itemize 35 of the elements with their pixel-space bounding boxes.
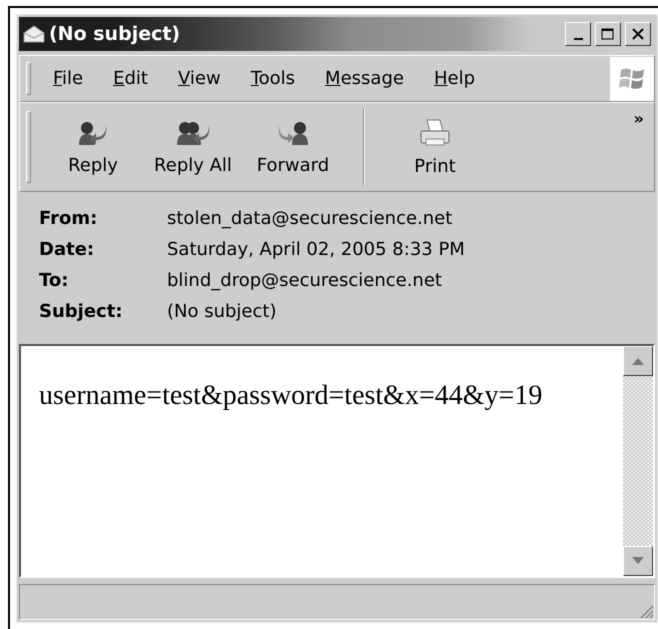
scroll-up-button[interactable] [623,346,653,376]
envelope-icon [23,25,45,43]
header-label: Date: [39,239,96,260]
header-value: stolen_data@securescience.net [167,208,454,229]
message-body-text: username=test&password=test&x=44&y=19 [38,379,544,413]
header-value: blind_drop@securescience.net [167,270,443,291]
toolbar-button[interactable]: Reply [43,103,143,191]
header-value: Saturday, April 02, 2005 8:33 PM [167,239,466,260]
menu-item[interactable]: Help [434,68,476,89]
close-button[interactable] [625,22,651,46]
window-title: (No subject) [49,23,182,45]
menu-item[interactable]: Tools [250,68,296,89]
close-icon [632,28,644,40]
toolbar-overflow-button[interactable]: » [634,109,644,128]
minimize-button[interactable] [565,22,591,46]
toolbar-button[interactable]: Print [385,103,485,191]
up-arrow-icon [632,357,644,365]
toolbar-button[interactable]: Reply All [143,103,243,191]
minimize-icon [574,38,582,40]
maximize-button[interactable] [595,22,621,46]
toolbar-button[interactable]: Forward [243,103,343,191]
scrollbar[interactable] [623,346,653,576]
resize-grip-icon[interactable] [638,603,654,619]
menu-item[interactable]: Message [325,68,404,89]
printer-icon [418,118,452,148]
down-arrow-icon [632,557,644,565]
maximize-icon [601,28,615,40]
menu-item[interactable]: View [178,68,221,89]
menu-item[interactable]: Edit [113,68,148,89]
header-label: Subject: [39,301,124,322]
header-label: From: [39,208,98,229]
header-label: To: [39,270,70,291]
header-value: (No subject) [167,301,278,322]
scroll-down-button[interactable] [623,546,653,576]
menu-item[interactable]: File [53,68,84,89]
